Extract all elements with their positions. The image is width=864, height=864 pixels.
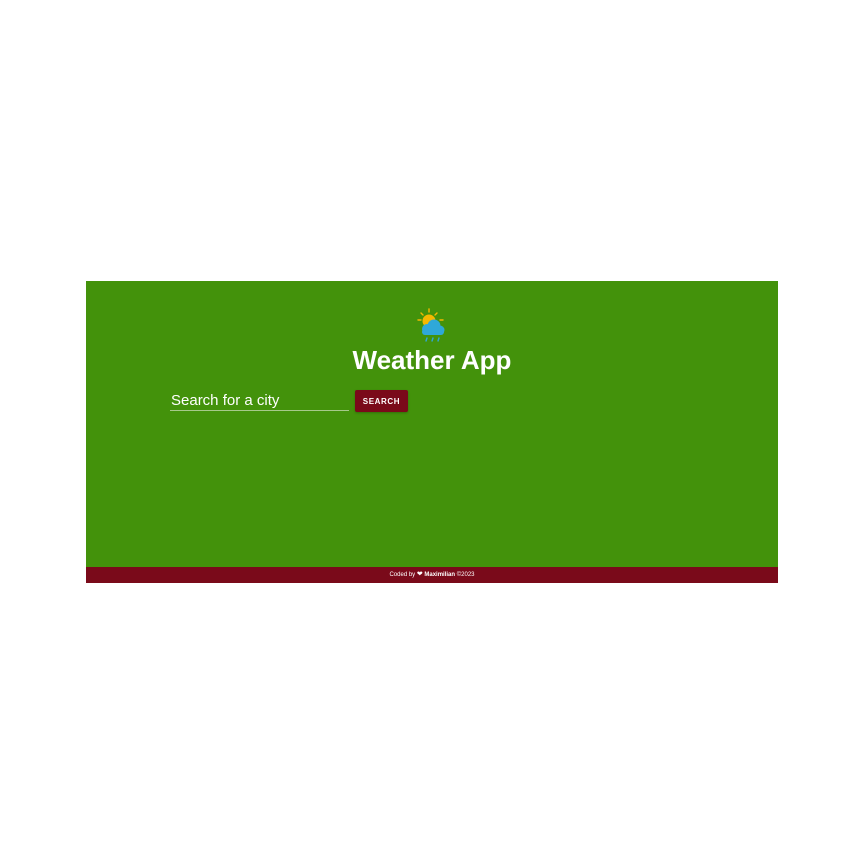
heart-icon: ❤ (416, 571, 423, 578)
footer: Coded by ❤ Maximilian ©2023 (86, 567, 778, 583)
city-search-input[interactable] (170, 390, 349, 411)
footer-prefix: Coded by (389, 572, 416, 578)
sun-cloud-rain-icon (414, 307, 450, 343)
app-window: Weather App SEARCH Coded by ❤ Maximilian… (86, 281, 778, 583)
app-main: Weather App SEARCH (86, 281, 778, 567)
footer-copyright: ©2023 (456, 572, 475, 578)
app-title: Weather App (352, 345, 512, 375)
footer-author: Maximilian (424, 572, 456, 578)
search-button[interactable]: SEARCH (355, 390, 408, 412)
